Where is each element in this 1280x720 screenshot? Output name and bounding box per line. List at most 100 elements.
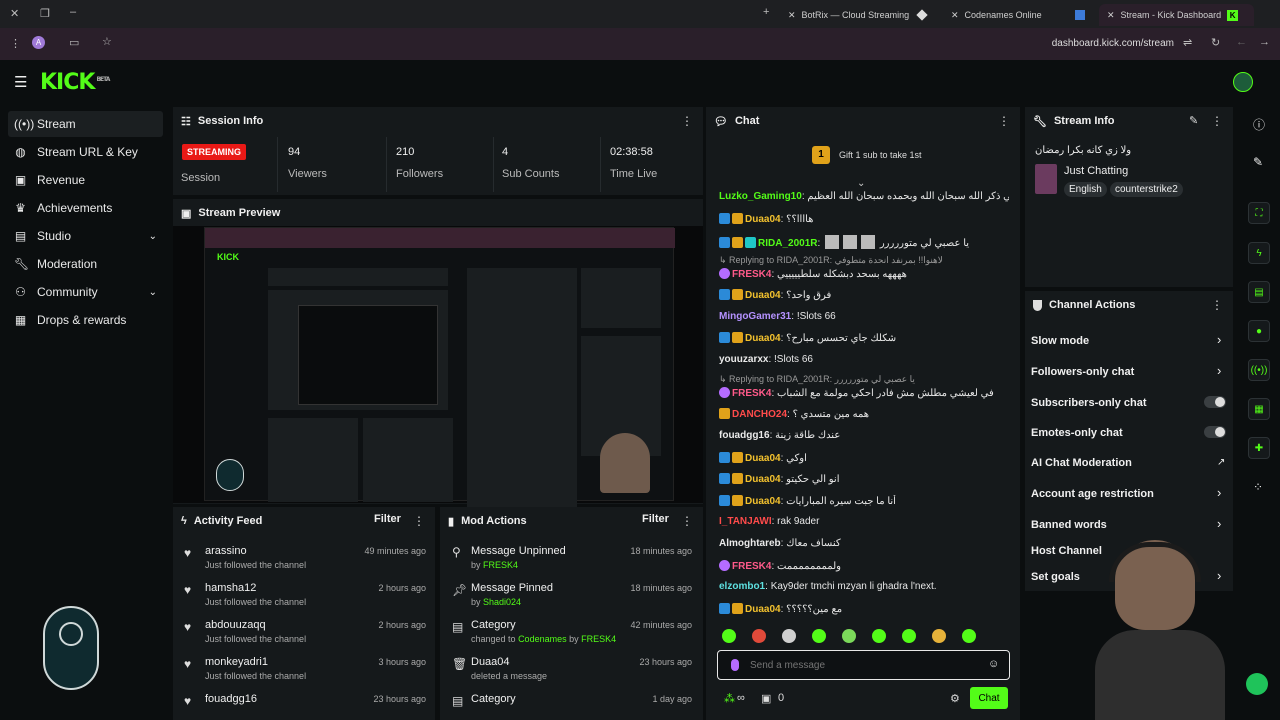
chat-username[interactable]: fouadgg16 xyxy=(719,430,770,441)
close-tab-icon[interactable]: ✕ xyxy=(788,10,796,21)
subscribers-only-action[interactable]: Subscribers-only chat xyxy=(1031,397,1147,409)
close-tab-icon[interactable]: ✕ xyxy=(951,10,959,21)
emote-icon[interactable] xyxy=(812,629,826,643)
info-icon[interactable]: ⓘ xyxy=(1253,116,1265,133)
kebab-menu-icon[interactable]: ⋮ xyxy=(681,514,693,528)
clipboard-icon[interactable]: ▤ xyxy=(1248,281,1270,303)
chat-reply-context[interactable]: ↳ Replying to RIDA_2001R: يا عصبي لي متو… xyxy=(719,374,1009,385)
sidebar-item-stream-url-key[interactable]: ◍ Stream URL & Key xyxy=(8,139,163,165)
edit-pencil-icon[interactable]: ✎ xyxy=(1189,114,1198,127)
emote-icon[interactable] xyxy=(752,629,766,643)
emote-icon[interactable] xyxy=(932,629,946,643)
minimize-window-icon[interactable]: – xyxy=(70,6,76,18)
chat-username[interactable]: RIDA_2001R xyxy=(758,238,817,249)
sidebar-item-achievements[interactable]: ♛ Achievements xyxy=(8,195,163,221)
activity-user-name[interactable]: hamsha12 xyxy=(205,582,256,594)
restore-window-icon[interactable]: ❐ xyxy=(40,7,50,20)
category-name[interactable]: Just Chatting xyxy=(1064,165,1128,177)
chat-icon[interactable]: ● xyxy=(1248,320,1270,342)
back-icon[interactable]: → xyxy=(1259,36,1270,48)
edit-icon[interactable]: ✎ xyxy=(1253,155,1263,169)
account-age-action[interactable]: Account age restriction xyxy=(1031,488,1154,500)
chat-username[interactable]: youuzarxx xyxy=(719,354,768,365)
bookmark-star-icon[interactable]: ☆ xyxy=(102,35,112,48)
chat-username[interactable]: Duaa04 xyxy=(745,496,781,507)
broadcast-icon[interactable]: ((•)) xyxy=(1248,359,1270,381)
sidebar-item-moderation[interactable]: 🔧︎ Moderation xyxy=(8,251,163,277)
emote-icon[interactable] xyxy=(782,629,796,643)
chevron-down-icon[interactable]: ⌄ xyxy=(149,287,157,298)
chat-input-box[interactable]: ☺ xyxy=(717,650,1010,680)
chevron-right-icon[interactable]: › xyxy=(1217,332,1221,347)
kick-logo[interactable]: KICK BETA xyxy=(40,70,110,95)
points-icon[interactable]: ⁂ xyxy=(724,692,735,705)
category-name[interactable]: Codenames xyxy=(518,634,567,644)
lightning-icon[interactable]: ϟ xyxy=(1248,242,1270,264)
emote-icon[interactable] xyxy=(722,629,736,643)
chevron-right-icon[interactable]: › xyxy=(1217,516,1221,531)
chat-username[interactable]: Duaa04 xyxy=(745,333,781,344)
user-avatar[interactable] xyxy=(1233,72,1253,92)
gift-sub-prompt[interactable]: Gift 1 sub to take 1st xyxy=(839,150,922,160)
subscribers-only-toggle[interactable] xyxy=(1204,396,1226,408)
forward-icon[interactable]: ← xyxy=(1236,36,1247,48)
activity-user-name[interactable]: arassino xyxy=(205,545,247,557)
chat-username[interactable]: Duaa04 xyxy=(745,453,781,464)
chat-username[interactable]: I_TANJAWI xyxy=(719,516,772,527)
emotes-only-action[interactable]: Emotes-only chat xyxy=(1031,427,1123,439)
chat-message-input[interactable] xyxy=(750,657,970,673)
mod-filter-button[interactable]: Filter xyxy=(642,513,669,525)
moderator-name[interactable]: FRESK4 xyxy=(483,560,518,570)
profile-avatar-icon[interactable]: A xyxy=(32,36,45,49)
sidebar-item-drops-rewards[interactable]: ▦ Drops & rewards xyxy=(8,307,163,333)
activity-user-name[interactable]: monkeyadri1 xyxy=(205,656,268,668)
sidebar-item-community[interactable]: ⚇ Community ⌄ xyxy=(8,279,163,305)
chat-username[interactable]: DANCHO24 xyxy=(732,409,787,420)
chat-username[interactable]: FRESK4 xyxy=(732,561,771,572)
apps-icon[interactable]: ⁘ xyxy=(1253,480,1263,494)
cast-icon[interactable]: ▭ xyxy=(69,36,79,49)
chat-username[interactable]: MingoGamer31 xyxy=(719,311,791,322)
tab-settings-icon[interactable]: ⇌ xyxy=(1183,36,1192,49)
kebab-menu-icon[interactable]: ⋮ xyxy=(1211,114,1223,128)
chat-username[interactable]: Duaa04 xyxy=(745,474,781,485)
kebab-menu-icon[interactable]: ⋮ xyxy=(413,514,425,528)
new-tab-icon[interactable]: + xyxy=(763,6,769,18)
collapse-pinned-icon[interactable]: ⌄ xyxy=(857,178,865,189)
close-window-icon[interactable]: ✕ xyxy=(10,7,19,20)
kebab-menu-icon[interactable]: ⋮ xyxy=(681,114,693,128)
host-channel-action[interactable]: Host Channel xyxy=(1031,545,1102,557)
chat-username[interactable]: elzombo1 xyxy=(719,581,765,592)
chat-username[interactable]: Duaa04 xyxy=(745,290,781,301)
emote-icon[interactable] xyxy=(842,629,856,643)
stream-preview-video[interactable]: KICK xyxy=(173,226,703,508)
layout-icon[interactable]: ▦ xyxy=(1248,398,1270,420)
close-tab-icon[interactable]: ✕ xyxy=(1107,10,1115,21)
kebab-menu-icon[interactable]: ⋮ xyxy=(998,114,1010,128)
activity-user-name[interactable]: fouadgg16 xyxy=(205,693,257,705)
sidebar-item-stream[interactable]: ((•)) Stream xyxy=(8,111,163,137)
set-goals-action[interactable]: Set goals xyxy=(1031,571,1080,583)
moderator-name[interactable]: Shadi024 xyxy=(483,597,521,607)
activity-filter-button[interactable]: Filter xyxy=(374,513,401,525)
hamburger-menu-icon[interactable]: ☰ xyxy=(14,73,27,91)
slow-mode-action[interactable]: Slow mode xyxy=(1031,335,1089,347)
external-link-icon[interactable]: ↗ xyxy=(1217,457,1225,468)
tab-botrix[interactable]: ✕ BotRix — Cloud Streaming Bot xyxy=(780,4,940,26)
send-chat-button[interactable]: Chat xyxy=(970,687,1008,709)
chat-settings-gear-icon[interactable]: ⚙ xyxy=(950,692,960,705)
category-thumbnail[interactable] xyxy=(1035,164,1057,194)
chat-username[interactable]: Almoghtareb xyxy=(719,538,781,549)
kebab-menu-icon[interactable]: ⋮ xyxy=(1211,298,1223,312)
sidebar-item-revenue[interactable]: ▣ Revenue xyxy=(8,167,163,193)
emotes-only-toggle[interactable] xyxy=(1204,426,1226,438)
tab-codenames[interactable]: ✕ Codenames Online xyxy=(943,4,1093,26)
emoji-picker-icon[interactable]: ☺ xyxy=(988,658,999,670)
gift-rank-badge[interactable]: 1 xyxy=(812,146,830,164)
tab-kick-dashboard[interactable]: ✕ Stream - Kick Dashboard K xyxy=(1099,4,1254,26)
followers-only-action[interactable]: Followers-only chat xyxy=(1031,366,1134,378)
chat-username[interactable]: FRESK4 xyxy=(732,269,771,280)
chevron-right-icon[interactable]: › xyxy=(1217,363,1221,378)
chevron-down-icon[interactable]: ⌄ xyxy=(149,231,157,242)
emote-icon[interactable] xyxy=(962,629,976,643)
